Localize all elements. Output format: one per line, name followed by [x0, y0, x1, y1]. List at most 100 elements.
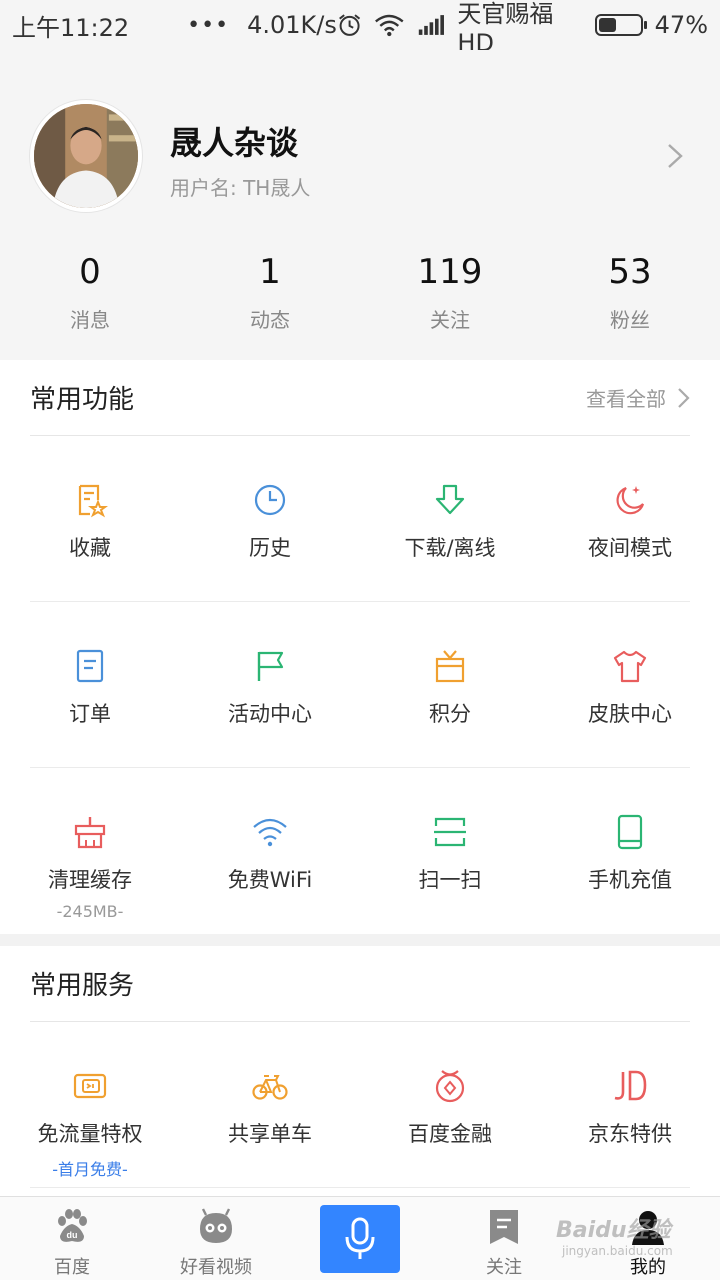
function-download[interactable]: 下载/离线: [360, 436, 540, 602]
phone-topup-icon: [612, 814, 648, 850]
function-history[interactable]: 历史: [180, 436, 360, 602]
watermark: Baidu经验 jingyan.baidu.com: [556, 1212, 673, 1258]
stat-following[interactable]: 119 关注: [360, 250, 540, 333]
common-functions-header: 常用功能 查看全部: [30, 360, 690, 436]
function-label: 手机充值: [588, 868, 672, 892]
video-face-icon: [196, 1207, 236, 1247]
profile-name: 晟人杂谈: [170, 124, 299, 162]
service-row: 免流量特权 -首月免费- 共享单车 百度金融 京东特供: [0, 1022, 720, 1188]
microphone-icon: [345, 1217, 375, 1259]
function-activity-center[interactable]: 活动中心: [180, 602, 360, 768]
order-icon: [72, 648, 108, 684]
jd-logo-icon: [612, 1068, 648, 1104]
function-points[interactable]: 积分: [360, 602, 540, 768]
stat-value: 119: [417, 252, 483, 292]
function-label: 清理缓存: [48, 868, 132, 892]
function-label: 免费WiFi: [227, 868, 313, 892]
clean-cache-icon: [72, 814, 108, 850]
wifi-signal-icon: [375, 14, 404, 37]
bookmark-icon: [484, 1207, 524, 1247]
stat-followers[interactable]: 53 粉丝: [540, 250, 720, 333]
battery-percent: 47%: [654, 11, 708, 39]
function-phone-topup[interactable]: 手机充值: [540, 768, 720, 934]
nav-label: 好看视频: [180, 1257, 252, 1278]
function-orders[interactable]: 订单: [0, 602, 180, 768]
service-jd-special[interactable]: 京东特供: [540, 1022, 720, 1188]
night-moon-icon: [612, 482, 648, 518]
favorite-icon: [72, 482, 108, 518]
watermark-text: Baidu经验: [556, 1218, 671, 1243]
status-network-speed: 4.01K/s: [247, 11, 337, 39]
points-gift-icon: [432, 648, 468, 684]
cell-signal-icon: [418, 15, 444, 35]
service-label: 百度金融: [408, 1122, 492, 1146]
svg-text:du: du: [67, 1230, 78, 1240]
skin-shirt-icon: [612, 648, 648, 684]
status-more-dots: •••: [187, 12, 230, 38]
stat-value: 53: [608, 252, 652, 292]
chevron-right-icon[interactable]: [664, 142, 686, 170]
chevron-right-icon: [678, 387, 690, 408]
function-free-wifi[interactable]: 免费WiFi: [180, 768, 360, 934]
profile-username: 用户名: TH晟人: [170, 176, 311, 200]
function-row: 收藏 历史 下载/离线 夜间模式: [0, 436, 720, 602]
function-label: 夜间模式: [588, 536, 672, 560]
stat-label: 粉丝: [610, 308, 650, 332]
stat-messages[interactable]: 0 消息: [0, 250, 180, 333]
nav-voice-search[interactable]: [288, 1197, 432, 1280]
status-time: 上午11:22: [12, 13, 130, 42]
flag-icon: [252, 648, 288, 684]
service-label: 免流量特权: [37, 1122, 143, 1146]
nav-baidu[interactable]: du 百度: [0, 1197, 144, 1280]
alarm-icon: [338, 14, 360, 36]
function-scan[interactable]: 扫一扫: [360, 768, 540, 934]
function-label: 积分: [429, 702, 471, 726]
service-label: 京东特供: [588, 1122, 672, 1146]
voice-search-button[interactable]: [320, 1205, 400, 1273]
service-baidu-finance[interactable]: 百度金融: [360, 1022, 540, 1188]
baidu-paw-icon: du: [52, 1207, 92, 1247]
watermark-url: jingyan.baidu.com: [562, 1244, 673, 1258]
function-skin-center[interactable]: 皮肤中心: [540, 602, 720, 768]
bicycle-icon: [252, 1068, 288, 1104]
function-favorites[interactable]: 收藏: [0, 436, 180, 602]
wifi-icon: [252, 814, 288, 850]
stat-label: 动态: [250, 308, 290, 332]
function-night-mode[interactable]: 夜间模式: [540, 436, 720, 602]
service-label: 共享单车: [228, 1122, 312, 1146]
section-title: 常用服务: [30, 971, 135, 1001]
function-row: 订单 活动中心 积分 皮肤中心: [0, 602, 720, 768]
promo-label: -首月免费-: [52, 1160, 128, 1179]
function-label: 扫一扫: [418, 868, 482, 892]
finance-icon: [432, 1068, 468, 1104]
service-shared-bike[interactable]: 共享单车: [180, 1022, 360, 1188]
function-label: 历史: [249, 536, 291, 560]
function-label: 下载/离线: [404, 536, 496, 560]
function-clean-cache[interactable]: 清理缓存 -245MB-: [0, 768, 180, 934]
service-data-privilege[interactable]: 免流量特权 -首月免费-: [0, 1022, 180, 1188]
avatar[interactable]: [30, 100, 142, 212]
battery-icon: [595, 14, 647, 36]
common-services-header: 常用服务: [30, 946, 690, 1022]
function-row: 清理缓存 -245MB- 免费WiFi 扫一扫 手机充值: [0, 768, 720, 934]
stat-posts[interactable]: 1 动态: [180, 250, 360, 333]
stat-label: 消息: [70, 308, 110, 332]
scan-icon: [432, 814, 468, 850]
download-icon: [432, 482, 468, 518]
profile-stats: 0 消息 1 动态 119 关注 53 粉丝: [0, 250, 720, 333]
nav-label: 百度: [54, 1257, 90, 1278]
status-carrier: 天官赐福 HD: [457, 0, 554, 57]
nav-label: 关注: [486, 1257, 522, 1278]
section-divider: [0, 934, 720, 946]
function-label: 订单: [69, 702, 111, 726]
status-bar: 上午11:22 ••• 4.01K/s 天官赐福 HD 47%: [0, 0, 720, 57]
nav-follow[interactable]: 关注: [432, 1197, 576, 1280]
section-title: 常用功能: [30, 385, 135, 415]
stat-value: 1: [259, 252, 281, 292]
view-all-link[interactable]: 查看全部: [586, 383, 690, 412]
history-clock-icon: [252, 482, 288, 518]
nav-haokan-video[interactable]: 好看视频: [144, 1197, 288, 1280]
profile-header[interactable]: 晟人杂谈 用户名: TH晟人 0 消息 1 动态 119 关注 53 粉丝: [0, 50, 720, 360]
view-all-label: 查看全部: [586, 387, 666, 411]
function-label: 皮肤中心: [588, 702, 672, 726]
